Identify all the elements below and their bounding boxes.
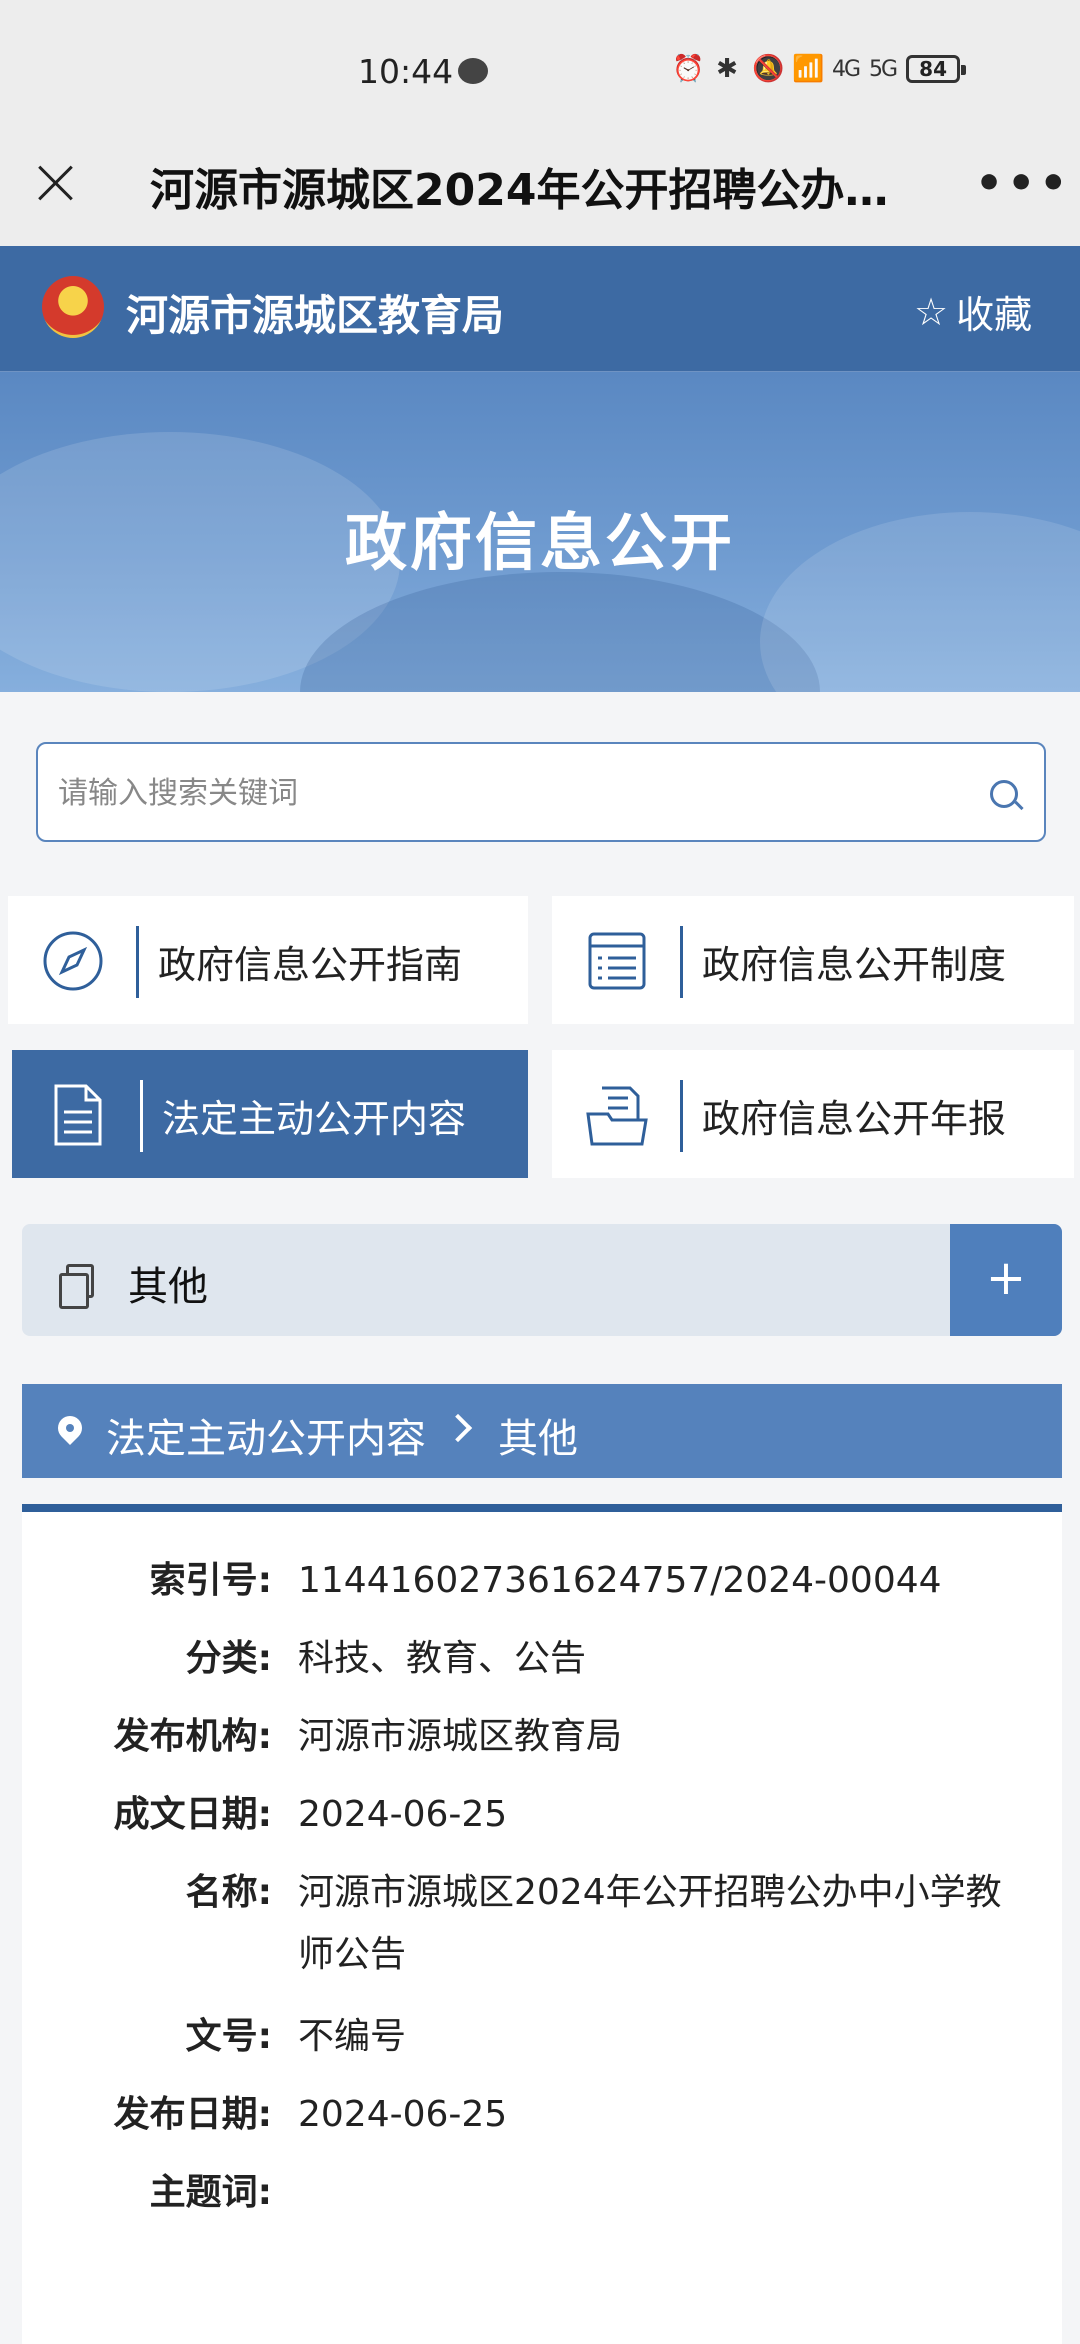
mute-icon: 🔕 — [752, 54, 785, 84]
tile-label: 政府信息公开制度 — [702, 943, 1007, 987]
hero-title: 政府信息公开 — [344, 506, 735, 579]
tile-disclosure-guide[interactable]: 政府信息公开指南 — [8, 896, 528, 1024]
bluetooth-icon: ✱ — [716, 54, 738, 84]
info-value: 2024-06-25 — [298, 1794, 508, 1835]
expand-button[interactable]: + — [950, 1224, 1062, 1336]
chevron-right-icon — [443, 1413, 473, 1443]
favorite-label: 收藏 — [956, 293, 1033, 337]
info-key: 发布机构: — [113, 1716, 272, 1757]
tile-divider — [680, 1080, 683, 1152]
site-name[interactable]: 河源市源城区教育局 — [126, 282, 504, 343]
info-value: 2024-06-25 — [298, 2094, 508, 2135]
page-title: 河源市源城区2024年公开招聘公办… — [150, 165, 889, 216]
hero-banner: 政府信息公开 — [0, 372, 1080, 692]
status-time: 10:44 — [358, 52, 454, 91]
tile-divider — [136, 926, 139, 998]
more-options-icon[interactable]: ••• — [975, 158, 1071, 209]
chat-notification-icon — [458, 58, 488, 84]
info-key: 文号: — [185, 2016, 272, 2057]
info-key: 索引号: — [149, 1560, 272, 1601]
site-header: 河源市源城区教育局 ☆ 收藏 — [0, 246, 1080, 372]
status-icons: ⏰ ✱ 🔕 📶 4G 5G 84 — [672, 54, 967, 84]
breadcrumb: 法定主动公开内容 其他 — [22, 1384, 1062, 1478]
category-bar[interactable]: 其他 + — [22, 1224, 1062, 1336]
tile-label: 法定主动公开内容 — [162, 1097, 467, 1141]
search-input[interactable] — [58, 766, 938, 820]
info-key: 发布日期: — [113, 2094, 272, 2135]
info-card: 索引号: 11441602736162475​7/2024-00044 分类: … — [22, 1504, 1062, 2344]
tile-annual-report[interactable]: 政府信息公开年报 — [552, 1050, 1074, 1178]
copy-icon — [59, 1264, 94, 1309]
signal-4g-icon: 4G — [832, 56, 861, 82]
compass-icon — [43, 931, 103, 991]
folder-document-icon — [586, 1086, 648, 1146]
search-box — [36, 742, 1046, 842]
info-value: 科技、教育、公告 — [298, 1638, 587, 1679]
location-pin-icon — [53, 1411, 87, 1445]
breadcrumb-level1[interactable]: 法定主动公开内容 — [106, 1406, 426, 1464]
favorite-button[interactable]: ☆ 收藏 — [914, 284, 1032, 339]
battery-icon: 84 — [906, 55, 967, 83]
info-value: 河源市源城区2024年公开招聘公办中小学教师公告 — [298, 1872, 1002, 1975]
info-value: 不编号 — [298, 2016, 407, 2057]
tile-label: 政府信息公开指南 — [158, 943, 463, 987]
info-key: 成文日期: — [113, 1794, 272, 1835]
tile-divider — [140, 1080, 143, 1152]
search-icon[interactable] — [990, 780, 1018, 808]
national-emblem-icon — [42, 276, 104, 338]
category-label: 其他 — [128, 1264, 208, 1310]
tile-statutory-content[interactable]: 法定主动公开内容 — [12, 1050, 528, 1178]
nav-bar: 河源市源城区2024年公开招聘公办… ••• — [0, 140, 1080, 246]
breadcrumb-level2[interactable]: 其他 — [498, 1406, 578, 1464]
info-key: 主题词: — [149, 2172, 272, 2213]
status-bar: 10:44 ⏰ ✱ 🔕 📶 4G 5G 84 — [0, 0, 1080, 140]
tile-disclosure-system[interactable]: 政府信息公开制度 — [552, 896, 1074, 1024]
list-document-icon — [588, 932, 646, 990]
document-icon — [54, 1084, 102, 1146]
tile-label: 政府信息公开年报 — [702, 1097, 1007, 1141]
info-key: 名称: — [185, 1872, 272, 1913]
close-icon[interactable] — [30, 158, 80, 208]
signal-5g-icon: 5G — [869, 56, 898, 82]
info-value: 河源市源城区教育局 — [298, 1716, 623, 1757]
info-key: 分类: — [185, 1638, 272, 1679]
wifi-icon: 📶 — [792, 54, 825, 84]
tile-divider — [680, 926, 683, 998]
info-value: 11441602736162475​7/2024-00044 — [298, 1560, 942, 1601]
alarm-icon: ⏰ — [672, 54, 705, 84]
star-icon: ☆ — [914, 289, 949, 334]
